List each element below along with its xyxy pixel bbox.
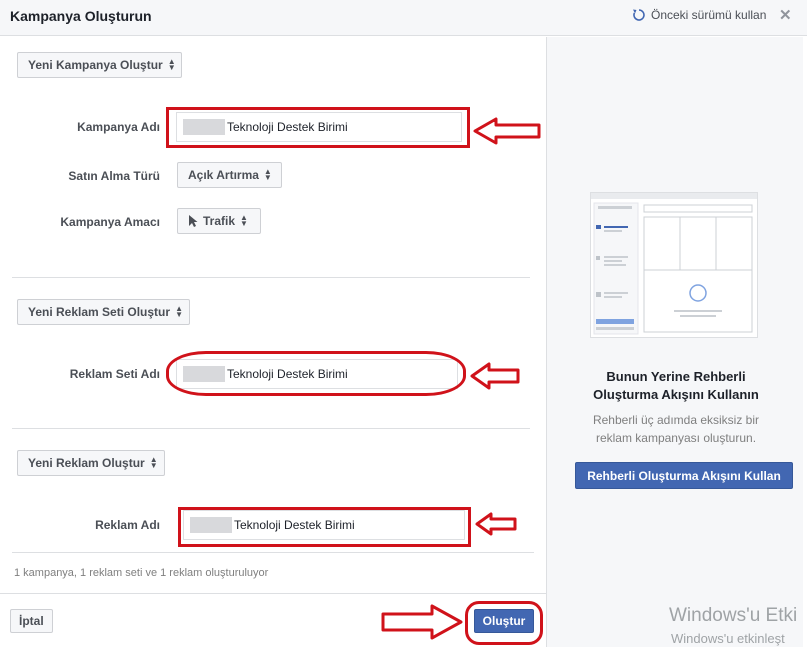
guided-desc-line: reklam kampanyası oluşturun. [595, 431, 757, 445]
guided-desc-line: Rehberli üç adımda eksiksiz bir [592, 413, 760, 427]
activation-watermark: Windows'u Etki [669, 605, 798, 626]
objective-value: Trafik [203, 214, 236, 228]
sort-caret-icon: ▲ ▼ [240, 213, 248, 228]
dialog-title: Kampanya Oluşturun [10, 8, 152, 24]
window-edge [803, 36, 807, 650]
dialog-header: Kampanya Oluşturun Önceki sürümü kullan … [0, 0, 807, 36]
guided-title: Bunun Yerine Rehberli Oluşturma Akışını … [566, 368, 786, 404]
new-adset-label: Yeni Reklam Seti Oluştur [28, 305, 171, 319]
activation-watermark-sub: Windows'u etkinleşt [671, 631, 785, 646]
campaign-name-label: Kampanya Adı [77, 120, 160, 134]
sort-caret-icon: ▲ ▼ [175, 304, 183, 319]
cancel-button[interactable]: İptal [10, 609, 53, 633]
annotation-oval [465, 601, 543, 645]
cursor-icon [189, 215, 198, 227]
adset-name-label: Reklam Seti Adı [69, 367, 160, 381]
guided-panel [546, 37, 807, 647]
new-adset-button[interactable]: Yeni Reklam Seti Oluştur ▲ ▼ [17, 299, 190, 325]
annotation-box [166, 107, 470, 148]
sort-caret-icon: ▲ ▼ [149, 455, 158, 470]
buy-type-value: Açık Artırma [188, 168, 259, 182]
ad-name-label: Reklam Adı [95, 518, 160, 532]
guided-title-line: Oluşturma Akışını Kullanın [593, 387, 759, 402]
buy-type-select[interactable]: Açık Artırma ▲ ▼ [177, 162, 282, 188]
close-icon[interactable]: ✕ [779, 6, 792, 24]
guided-flow-illustration [590, 192, 758, 338]
new-campaign-button[interactable]: Yeni Kampanya Oluştur ▲ ▼ [17, 52, 182, 78]
annotation-arrow-right-icon [381, 604, 463, 640]
footer-divider [0, 593, 546, 594]
annotation-box [178, 507, 471, 547]
guided-description: Rehberli üç adımda eksiksiz bir reklam k… [566, 411, 786, 447]
sort-caret-icon: ▲ ▼ [167, 57, 176, 72]
guided-flow-button[interactable]: Rehberli Oluşturma Akışını Kullan [575, 462, 793, 489]
previous-version-link[interactable]: Önceki sürümü kullan [632, 8, 766, 22]
objective-select[interactable]: Trafik ▲ ▼ [177, 208, 261, 234]
buy-type-label: Satın Alma Türü [68, 169, 160, 183]
section-divider [12, 428, 530, 429]
sort-caret-icon: ▲ ▼ [263, 167, 272, 182]
guided-title-line: Bunun Yerine Rehberli [606, 369, 746, 384]
objective-label: Kampanya Amacı [60, 215, 160, 229]
new-ad-label: Yeni Reklam Oluştur [28, 456, 145, 470]
new-campaign-label: Yeni Kampanya Oluştur [28, 58, 163, 72]
previous-version-label: Önceki sürümü kullan [651, 8, 767, 22]
annotation-arrow-left-icon [475, 512, 517, 536]
annotation-oval [166, 351, 466, 396]
undo-icon [633, 9, 645, 21]
annotation-arrow-left-icon [470, 362, 520, 390]
section-divider [12, 552, 534, 553]
creation-summary: 1 kampanya, 1 reklam seti ve 1 reklam ol… [14, 567, 269, 579]
annotation-arrow-left-icon [473, 117, 541, 145]
new-ad-button[interactable]: Yeni Reklam Oluştur ▲ ▼ [17, 450, 165, 476]
section-divider [12, 277, 530, 278]
